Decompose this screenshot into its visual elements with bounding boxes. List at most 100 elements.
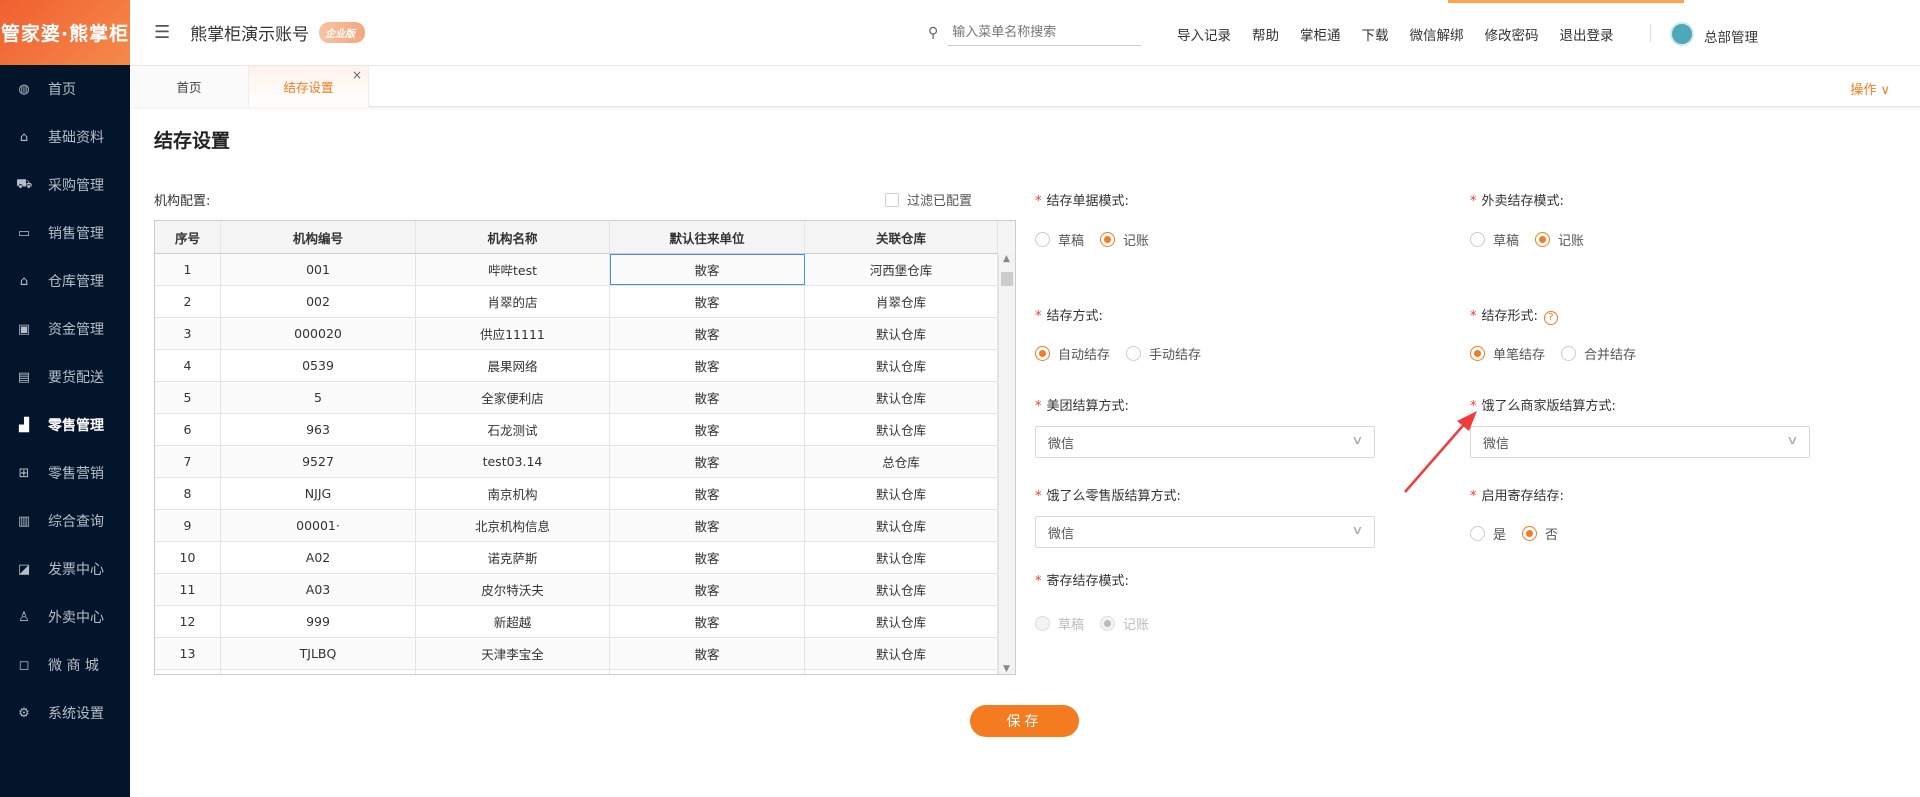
table-cell[interactable]: 默认仓库 — [805, 574, 998, 605]
radio-button[interactable] — [1100, 232, 1116, 247]
filter-configured-checkbox[interactable]: 过滤已配置 — [885, 190, 972, 209]
radio-button[interactable] — [1561, 346, 1577, 361]
radio-option[interactable]: 单笔结存 — [1470, 344, 1545, 363]
sidebar-item[interactable]: ▭ 销售管理 — [0, 209, 130, 257]
table-cell[interactable]: 散客 — [610, 478, 805, 509]
sidebar-item[interactable]: ⛟ 采购管理 — [0, 161, 130, 209]
table-cell[interactable]: 散客 — [610, 286, 805, 317]
scrollbar[interactable]: ▲ ▼ — [998, 254, 1015, 674]
sidebar-item[interactable]: ♙ 外卖中心 — [0, 593, 130, 641]
link-download[interactable]: 下载 — [1362, 24, 1389, 44]
table-cell[interactable]: 默认仓库 — [805, 414, 998, 445]
save-button[interactable]: 保存 — [970, 705, 1079, 737]
table-cell[interactable]: 散客 — [610, 350, 805, 381]
table-row[interactable]: 9 00001· 北京机构信息 散客 默认仓库 — [155, 510, 1015, 542]
table-cell[interactable]: 默认仓库 — [805, 638, 998, 669]
radio-button[interactable] — [1035, 346, 1050, 361]
logo[interactable]: 管家婆·熊掌柜 — [0, 0, 130, 65]
table-cell[interactable]: 默认仓库 — [805, 382, 998, 413]
table-row[interactable]: 12 999 新超越 散客 默认仓库 — [155, 606, 1015, 638]
column-header[interactable]: 机构名称 — [416, 221, 610, 253]
table-row[interactable]: 6 963 石龙测试 散客 默认仓库 — [155, 414, 1015, 446]
scroll-down-icon[interactable]: ▼ — [1003, 664, 1010, 674]
radio-option[interactable]: 草稿 — [1035, 230, 1084, 249]
radio-option[interactable]: 记账 — [1535, 230, 1584, 249]
sidebar-item[interactable]: ⊞ 零售营销 — [0, 449, 130, 497]
link-change-password[interactable]: 修改密码 — [1485, 24, 1539, 44]
table-row[interactable]: 3 000020 供应11111 散客 默认仓库 — [155, 318, 1015, 350]
radio-option[interactable]: 手动结存 — [1126, 344, 1201, 363]
radio-button[interactable] — [1035, 232, 1050, 247]
table-cell[interactable]: 总仓库 — [805, 446, 998, 477]
table-row[interactable]: 2 002 肖翠的店 散客 肖翠仓库 — [155, 286, 1015, 318]
table-cell[interactable]: 散客 — [610, 606, 805, 637]
sidebar-item[interactable]: ⌂ 仓库管理 — [0, 257, 130, 305]
eleme_merchant-select[interactable]: 微信 ∨ — [1470, 426, 1810, 458]
sidebar-item[interactable]: ◻ 微 商 城 — [0, 641, 130, 689]
sidebar-item[interactable]: ▣ 资金管理 — [0, 305, 130, 353]
table-cell[interactable]: 散客 — [610, 638, 805, 669]
table-row[interactable]: 1 001 哔哔test 散客 河西堡仓库 — [155, 254, 1015, 286]
table-row[interactable]: 5 5 全家便利店 散客 默认仓库 — [155, 382, 1015, 414]
table-cell[interactable]: 河西堡仓库 — [805, 254, 998, 285]
table-row[interactable]: 10 A02 诺克萨斯 散客 默认仓库 — [155, 542, 1015, 574]
table-cell[interactable]: 散客 — [610, 446, 805, 477]
radio-button[interactable] — [1522, 526, 1538, 541]
link-help[interactable]: 帮助 — [1252, 24, 1279, 44]
sidebar-item[interactable]: ▟ 零售管理 — [0, 401, 130, 449]
table-cell[interactable]: 默认仓库 — [805, 478, 998, 509]
link-import-records[interactable]: 导入记录 — [1177, 24, 1231, 44]
radio-button[interactable] — [1535, 232, 1551, 247]
column-header[interactable]: 关联仓库 — [805, 221, 998, 253]
meituan-select[interactable]: 微信 ∨ — [1035, 426, 1375, 458]
radio-button[interactable] — [1126, 346, 1142, 361]
table-cell[interactable]: 默认仓库 — [805, 318, 998, 349]
column-header[interactable]: 序号 — [155, 221, 221, 253]
search-icon[interactable]: ⚲ — [928, 25, 938, 41]
link-zhangguitong[interactable]: 掌柜通 — [1300, 24, 1341, 44]
radio-option[interactable]: 自动结存 — [1035, 344, 1110, 363]
search-input[interactable] — [948, 20, 1142, 46]
scroll-up-icon[interactable]: ▲ — [1003, 254, 1010, 264]
eleme_retail-select[interactable]: 微信 ∨ — [1035, 516, 1375, 548]
table-row[interactable]: 8 NJJG 南京机构 散客 默认仓库 — [155, 478, 1015, 510]
avatar[interactable] — [1670, 22, 1694, 46]
operations-dropdown[interactable]: 操作 ∨ — [1850, 79, 1890, 98]
table-cell[interactable]: 散客 — [610, 510, 805, 541]
table-row[interactable]: 4 0539 晨果网络 散客 默认仓库 — [155, 350, 1015, 382]
table-row[interactable]: 13 TJLBQ 天津李宝全 散客 默认仓库 — [155, 638, 1015, 670]
tab-settlement-settings[interactable]: 结存设置 × — [249, 66, 369, 107]
table-cell[interactable]: 默认仓库 — [805, 510, 998, 541]
link-logout[interactable]: 退出登录 — [1560, 24, 1614, 44]
tab-home[interactable]: 首页 — [130, 66, 249, 107]
radio-option[interactable]: 记账 — [1100, 230, 1149, 249]
radio-button[interactable] — [1470, 346, 1485, 361]
table-cell[interactable]: 默认仓库 — [805, 542, 998, 573]
column-header[interactable]: 机构编号 — [221, 221, 416, 253]
table-cell[interactable]: 散客 — [610, 254, 805, 285]
table-row[interactable] — [155, 670, 1015, 674]
table-cell[interactable]: 散客 — [610, 414, 805, 445]
sidebar-item[interactable]: ◪ 发票中心 — [0, 545, 130, 593]
radio-button[interactable] — [1470, 526, 1485, 541]
column-header[interactable]: 默认往来单位 — [610, 221, 805, 253]
user-name[interactable]: 总部管理 — [1704, 26, 1758, 46]
checkbox[interactable] — [885, 192, 899, 207]
table-cell[interactable]: 默认仓库 — [805, 606, 998, 637]
radio-option[interactable]: 否 — [1522, 524, 1558, 543]
table-cell[interactable]: 肖翠仓库 — [805, 286, 998, 317]
table-row[interactable]: 7 9527 test03.14 散客 总仓库 — [155, 446, 1015, 478]
sidebar-item[interactable]: ▥ 综合查询 — [0, 497, 130, 545]
link-wechat-unbind[interactable]: 微信解绑 — [1410, 24, 1464, 44]
sidebar-item[interactable]: ⌂ 基础资料 — [0, 113, 130, 161]
table-cell[interactable]: 散客 — [610, 382, 805, 413]
radio-option[interactable]: 是 — [1470, 524, 1506, 543]
radio-option[interactable]: 草稿 — [1470, 230, 1519, 249]
help-icon[interactable]: ? — [1543, 311, 1558, 325]
scroll-thumb[interactable] — [1001, 272, 1013, 286]
sidebar-item[interactable]: ▤ 要货配送 — [0, 353, 130, 401]
radio-option[interactable]: 合并结存 — [1561, 344, 1636, 363]
menu-toggle-icon[interactable]: ☰ — [154, 22, 170, 43]
sidebar-item[interactable]: ⚙ 系统设置 — [0, 689, 130, 737]
table-cell[interactable]: 散客 — [610, 318, 805, 349]
